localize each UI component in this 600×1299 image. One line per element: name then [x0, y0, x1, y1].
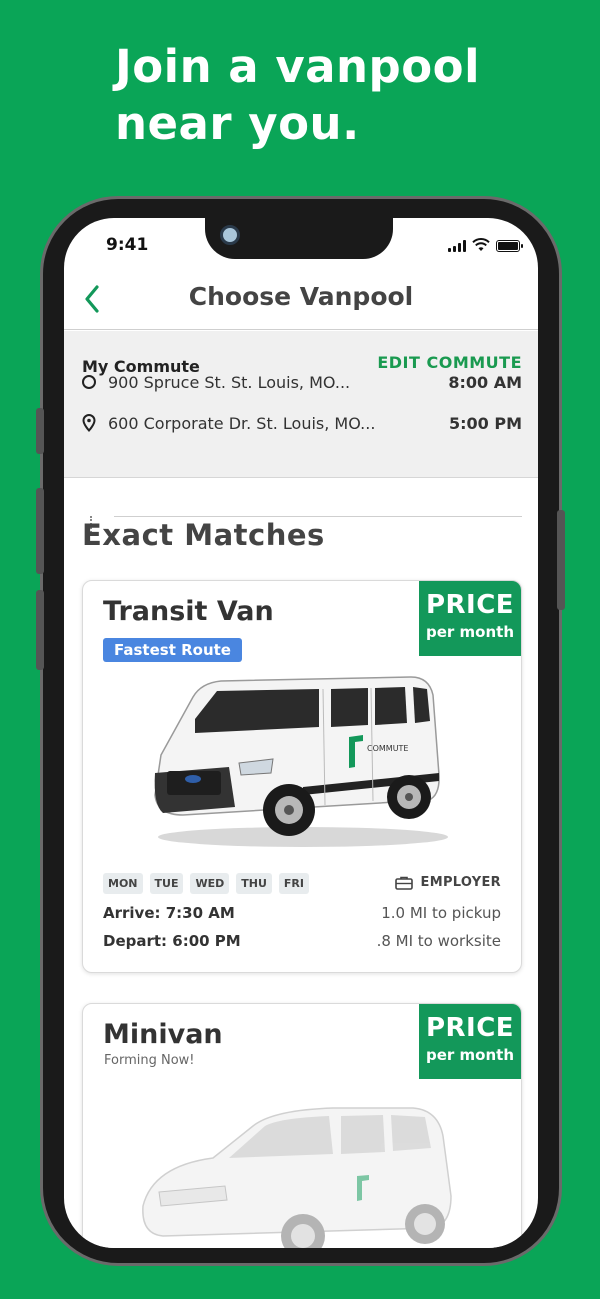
- headline-line-1: Join a vanpool: [115, 40, 481, 93]
- camera-icon: [220, 225, 240, 245]
- schedule-days: MON TUE WED THU FRI: [103, 873, 309, 894]
- vanpool-card-minivan[interactable]: Minivan Forming Now! PRICE per month: [82, 1003, 522, 1248]
- day-chip: WED: [190, 873, 230, 894]
- transit-van-image: COMMUTE: [154, 676, 448, 847]
- card-subtitle: Forming Now!: [104, 1053, 195, 1068]
- depart-time: Depart: 6:00 PM: [103, 932, 241, 950]
- headline: Join a vanpool near you.: [115, 38, 480, 152]
- day-chip: FRI: [278, 873, 309, 894]
- svg-text:COMMUTE: COMMUTE: [367, 744, 408, 753]
- commute-panel: My Commute EDIT COMMUTE: [64, 331, 538, 478]
- section-title: Exact Matches: [82, 518, 325, 552]
- price-unit: per month: [426, 623, 514, 641]
- employer-tag: EMPLOYER: [394, 875, 501, 890]
- pickup-distance: 1.0 MI to pickup: [381, 904, 501, 922]
- battery-icon: [496, 240, 523, 252]
- employer-label: EMPLOYER: [420, 875, 501, 890]
- power-button: [557, 510, 565, 610]
- day-chip: MON: [103, 873, 143, 894]
- price-label: PRICE: [425, 590, 515, 620]
- day-chip: TUE: [149, 873, 184, 894]
- arrive-time: Arrive: 7:30 AM: [103, 904, 235, 922]
- vanpool-card-transit-van[interactable]: Transit Van PRICE per month Fastest Rout…: [82, 580, 522, 973]
- volume-up-button: [36, 408, 44, 454]
- destination-row: 600 Corporate Dr. St. Louis, MO... 5:00 …: [82, 410, 522, 436]
- briefcase-icon: [394, 876, 413, 890]
- worksite-distance: .8 MI to worksite: [376, 932, 501, 950]
- card-title: Transit Van: [103, 596, 274, 627]
- origin-time: 8:00 AM: [448, 372, 522, 392]
- card-title: Minivan: [103, 1019, 223, 1050]
- mute-switch: [36, 590, 44, 670]
- status-time: 9:41: [106, 235, 149, 255]
- minivan-image: [142, 1107, 452, 1248]
- wifi-icon: [472, 238, 490, 251]
- price-unit: per month: [426, 1046, 514, 1064]
- price-label: PRICE: [425, 1013, 515, 1043]
- origin-address: 900 Spruce St. St. Louis, MO...: [108, 372, 351, 392]
- origin-row: 900 Spruce St. St. Louis, MO... 8:00 AM: [82, 369, 522, 395]
- destination-address: 600 Corporate Dr. St. Louis, MO...: [108, 413, 376, 433]
- location-pin-icon: [82, 414, 96, 432]
- price-box: PRICE per month: [419, 581, 521, 656]
- price-box: PRICE per month: [419, 1004, 521, 1079]
- cellular-signal-icon: [448, 240, 466, 252]
- page-title: Choose Vanpool: [188, 282, 414, 311]
- status-icons: [448, 238, 523, 252]
- nav-bar: Choose Vanpool: [64, 268, 538, 330]
- origin-icon: [82, 375, 96, 389]
- phone-screen: 9:41 Choose Vanpool My Commute EDIT COMM…: [64, 218, 538, 1248]
- volume-down-button: [36, 488, 44, 574]
- day-chip: THU: [236, 873, 272, 894]
- destination-time: 5:00 PM: [448, 413, 522, 433]
- commute-divider: [114, 516, 522, 517]
- headline-line-2: near you.: [115, 97, 360, 150]
